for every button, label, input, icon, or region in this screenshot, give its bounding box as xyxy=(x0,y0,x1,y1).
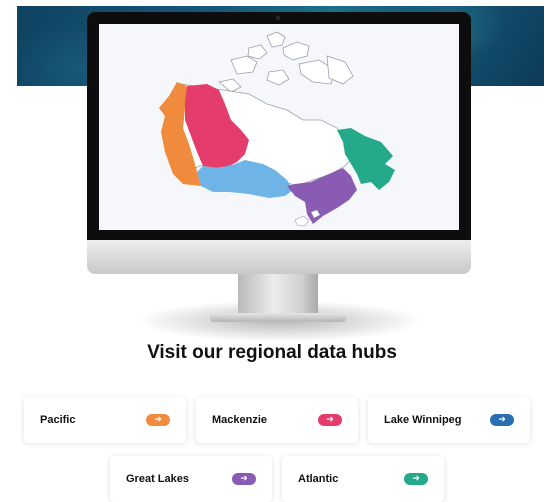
hub-label: Great Lakes xyxy=(126,473,189,485)
hub-card-pacific[interactable]: Pacific ➜ xyxy=(24,397,186,443)
arrow-right-icon[interactable]: ➜ xyxy=(490,414,514,426)
hub-label: Atlantic xyxy=(298,473,339,485)
monitor-illustration xyxy=(87,12,471,274)
arrow-right-icon[interactable]: ➜ xyxy=(404,473,428,485)
monitor-stand xyxy=(238,274,318,314)
monitor-foot xyxy=(210,313,346,322)
arrow-right-icon[interactable]: ➜ xyxy=(318,414,342,426)
hub-card-great-lakes[interactable]: Great Lakes ➜ xyxy=(110,456,272,502)
monitor-screen xyxy=(99,24,459,230)
hub-card-lake-winnipeg[interactable]: Lake Winnipeg ➜ xyxy=(368,397,530,443)
monitor-bezel xyxy=(87,12,471,240)
hub-label: Lake Winnipeg xyxy=(384,414,462,426)
hub-label: Mackenzie xyxy=(212,414,268,426)
hub-card-mackenzie[interactable]: Mackenzie ➜ xyxy=(196,397,358,443)
arrow-right-icon[interactable]: ➜ xyxy=(232,473,256,485)
canada-map xyxy=(159,31,395,227)
hub-card-atlantic[interactable]: Atlantic ➜ xyxy=(282,456,444,502)
arrow-right-icon[interactable]: ➜ xyxy=(146,414,170,426)
monitor-chin xyxy=(87,240,471,274)
section-heading: Visit our regional data hubs xyxy=(147,342,397,363)
hub-label: Pacific xyxy=(40,414,76,426)
arctic-islands xyxy=(218,31,354,93)
webcam-dot xyxy=(276,16,280,20)
